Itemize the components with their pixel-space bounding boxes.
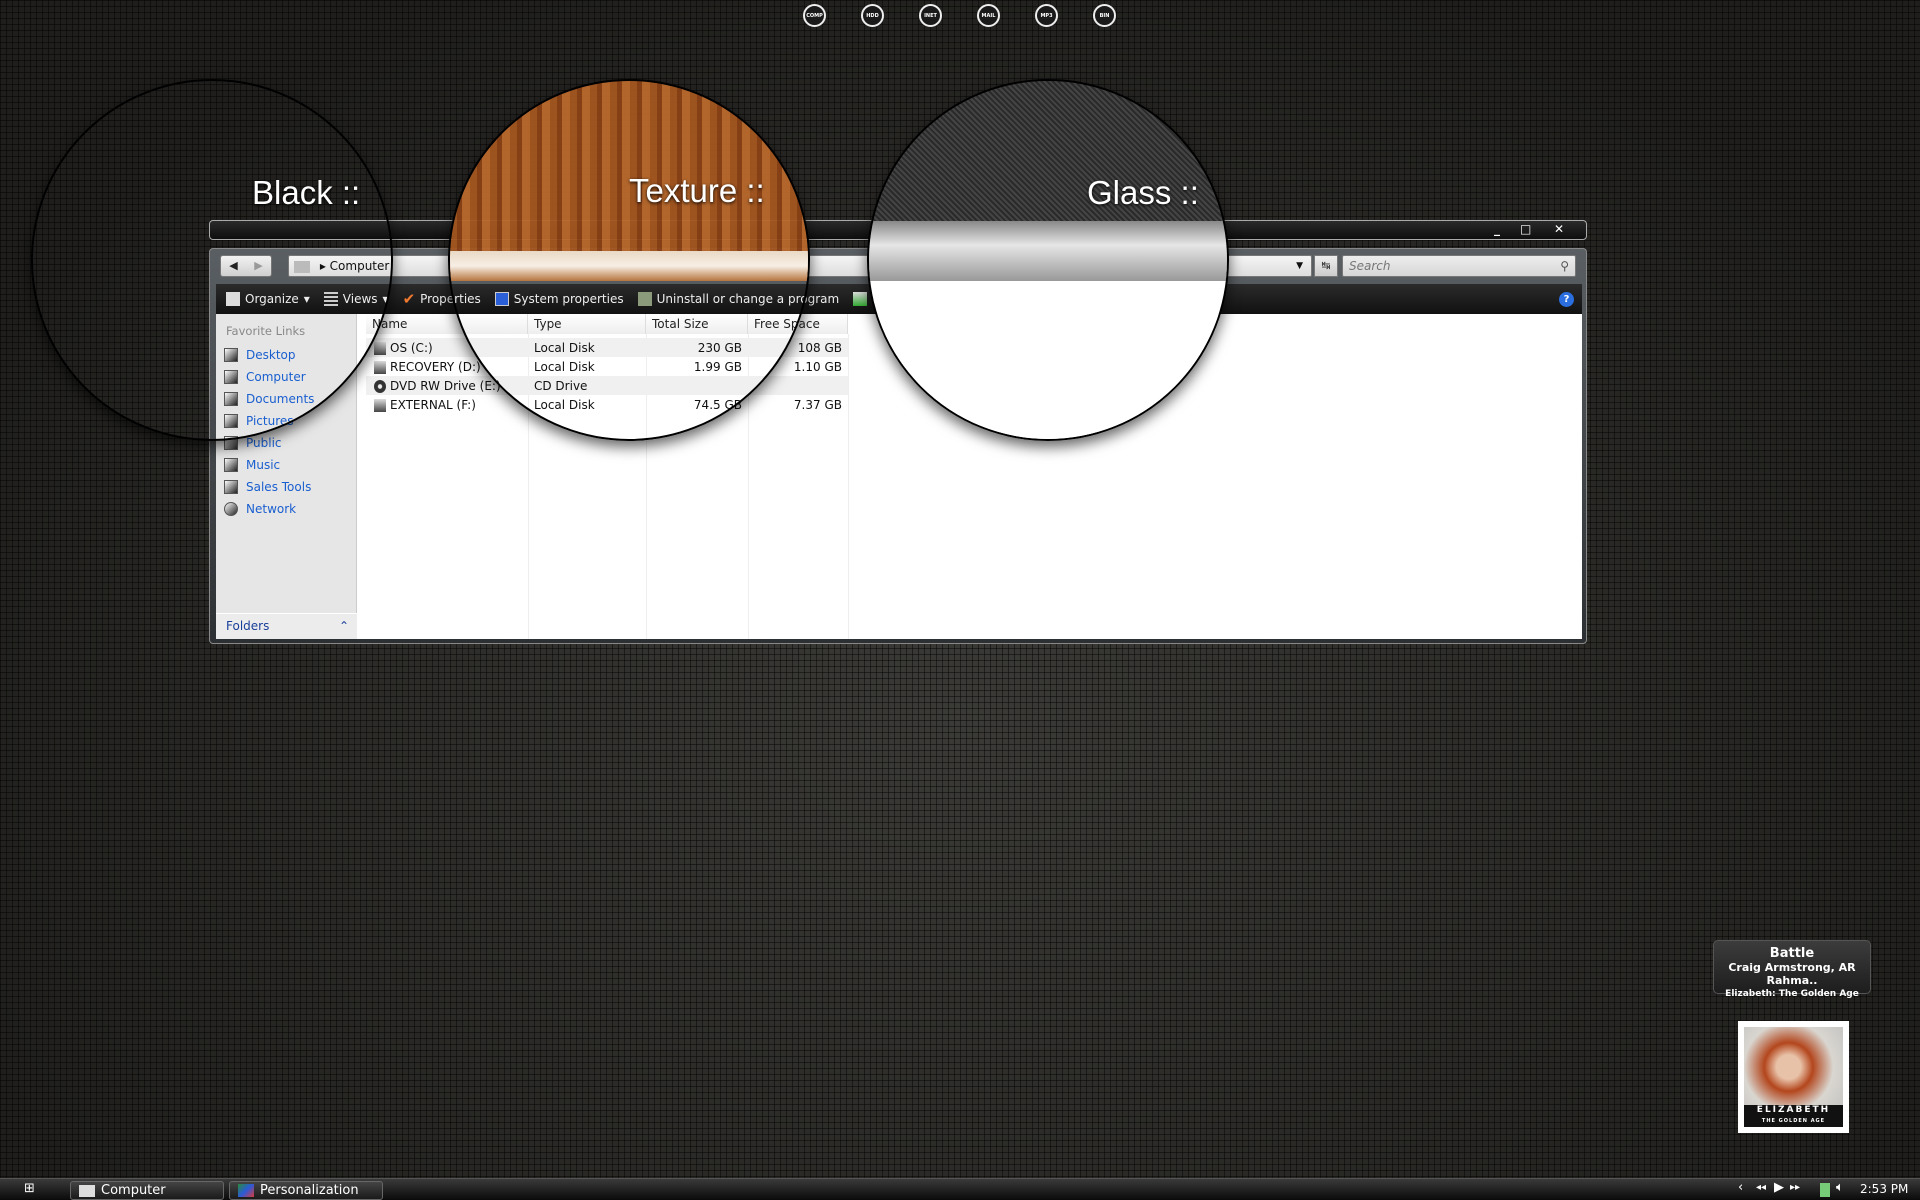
- power-icon[interactable]: [1820, 1183, 1830, 1197]
- content-area: Favorite Links Desktop Computer Document…: [216, 314, 1582, 639]
- sidebar-item-public[interactable]: Public: [216, 432, 356, 454]
- checkmark-icon: ✔: [402, 290, 416, 308]
- navigation-pane: Favorite Links Desktop Computer Document…: [216, 314, 357, 639]
- search-icon: ⚲: [1560, 259, 1569, 273]
- drive-row[interactable]: OS (C:) Local Disk 230 GB 108 GB: [366, 338, 848, 357]
- views-icon: [323, 292, 338, 306]
- command-bar: Organize ▾ Views ▾ ✔ Properties System prop…: [216, 284, 1582, 314]
- hdd-icon: [374, 398, 386, 412]
- clock[interactable]: 2:53 PM: [1860, 1182, 1908, 1196]
- chevron-up-icon: ⌃: [338, 619, 349, 633]
- system-properties-button[interactable]: System properties: [494, 292, 624, 306]
- sidebar-item-network[interactable]: Network: [216, 498, 356, 520]
- volume-icon[interactable]: 🔈︎: [1836, 1180, 1844, 1195]
- desktop-icon-hdd[interactable]: HDD: [861, 4, 884, 27]
- network-drive-icon: [853, 292, 868, 306]
- sidebar-item-documents[interactable]: Documents: [216, 388, 356, 410]
- maximize-button[interactable]: □: [1520, 222, 1531, 236]
- nav-buttons: ◀ ▶: [220, 255, 272, 277]
- network-icon: [224, 502, 238, 516]
- computer-icon: [224, 370, 238, 384]
- sidebar-item-sales-tools[interactable]: Sales Tools: [216, 476, 356, 498]
- start-button[interactable]: ⊞: [24, 1181, 35, 1196]
- desktop-icon-bin[interactable]: BIN: [1093, 4, 1116, 27]
- forward-button[interactable]: ▶: [246, 256, 271, 276]
- personalization-icon: [238, 1184, 254, 1197]
- hdd-icon: [374, 341, 386, 355]
- minimize-button[interactable]: _: [1494, 222, 1500, 236]
- map-network-drive-button[interactable]: Map network drive: [853, 292, 984, 306]
- track-artist: Craig Armstrong, AR Rahma..: [1728, 961, 1856, 987]
- next-track-button[interactable]: ▸▸: [1790, 1182, 1800, 1193]
- organize-button[interactable]: Organize ▾: [226, 292, 310, 306]
- play-button[interactable]: ▶: [1774, 1180, 1784, 1195]
- column-divider: [848, 334, 849, 639]
- address-bar[interactable]: ▸ Computer ▼: [288, 255, 1312, 277]
- sidebar-item-desktop[interactable]: Desktop: [216, 344, 356, 366]
- title-bar[interactable]: _ □ ✕: [209, 220, 1587, 240]
- drive-row[interactable]: RECOVERY (D:) Local Disk 1.99 GB 1.10 GB: [366, 357, 848, 376]
- music-icon: [224, 458, 238, 472]
- breadcrumb-computer[interactable]: Computer: [330, 259, 390, 273]
- track-title: Battle: [1769, 946, 1815, 961]
- column-free-space[interactable]: Free Space: [748, 314, 848, 334]
- show-hidden-icons-button[interactable]: ‹: [1738, 1180, 1743, 1195]
- column-name[interactable]: Name: [366, 314, 528, 334]
- desktop-icon: [224, 348, 238, 362]
- album-cover[interactable]: ELIZABETH THE GOLDEN AGE: [1738, 1021, 1849, 1133]
- desktop-icon-mail[interactable]: MAIL: [977, 4, 1000, 27]
- address-dropdown-icon[interactable]: ▼: [1296, 256, 1303, 276]
- programs-icon: [637, 292, 652, 306]
- column-total-size[interactable]: Total Size: [646, 314, 748, 334]
- properties-button[interactable]: ✔ Properties: [403, 290, 481, 308]
- previous-track-button[interactable]: ◂◂: [1756, 1182, 1766, 1193]
- folder-icon: [224, 480, 238, 494]
- dvd-icon: [374, 379, 386, 393]
- desktop-icon-comp[interactable]: COMP: [803, 4, 826, 27]
- column-type[interactable]: Type: [528, 314, 646, 334]
- breadcrumb-separator: ▸: [319, 259, 330, 273]
- system-properties-icon: [494, 292, 509, 306]
- control-panel-icon: [998, 292, 1013, 306]
- help-icon[interactable]: ?: [1559, 291, 1574, 307]
- pictures-icon: [224, 414, 238, 428]
- sidebar-item-music[interactable]: Music: [216, 454, 356, 476]
- uninstall-program-button[interactable]: Uninstall or change a program: [637, 292, 839, 306]
- refresh-button[interactable]: ↹: [1314, 255, 1338, 277]
- lens-label-black: Black ::: [252, 174, 361, 211]
- lens-label-glass: Glass ::: [1087, 174, 1199, 211]
- desktop-icon-inet[interactable]: INET: [919, 4, 942, 27]
- explorer-window: _ □ ✕ ◀ ▶ ▸ Computer ▼ ↹ Search ⚲ Organiz…: [209, 220, 1587, 644]
- search-input[interactable]: Search ⚲: [1342, 255, 1576, 277]
- taskbar: ⊞ Computer Personalization ‹ ◂◂ ▶ ▸▸ 🔈︎ …: [0, 1178, 1920, 1200]
- drive-row[interactable]: EXTERNAL (F:) Local Disk 74.5 GB 7.37 GB: [366, 395, 848, 414]
- desktop-icon-mp3[interactable]: MP3: [1035, 4, 1058, 27]
- documents-icon: [224, 392, 238, 406]
- open-control-panel-button[interactable]: Open Control Panel: [998, 292, 1133, 306]
- column-headers: Name Type Total Size Free Space: [366, 314, 848, 334]
- organize-icon: [226, 292, 240, 306]
- sidebar-item-pictures[interactable]: Pictures: [216, 410, 356, 432]
- taskbar-item-personalization[interactable]: Personalization: [229, 1181, 383, 1200]
- hdd-icon: [374, 360, 386, 374]
- computer-icon: [79, 1184, 95, 1197]
- back-button[interactable]: ◀: [221, 256, 246, 276]
- close-button[interactable]: ✕: [1554, 222, 1564, 236]
- track-album: Elizabeth: The Golden Age: [1725, 989, 1859, 999]
- folders-toggle[interactable]: Folders ⌃: [216, 613, 357, 639]
- public-icon: [224, 436, 238, 450]
- computer-icon: [294, 260, 310, 273]
- views-button[interactable]: Views ▾: [323, 292, 389, 306]
- lens-label-texture: Texture ::: [629, 172, 765, 209]
- now-playing-tooltip: Battle Craig Armstrong, AR Rahma.. Eliza…: [1713, 940, 1871, 999]
- taskbar-item-computer[interactable]: Computer: [70, 1181, 224, 1200]
- favorite-links-header: Favorite Links: [226, 324, 306, 338]
- sidebar-item-computer[interactable]: Computer: [216, 366, 356, 388]
- window-frame: ◀ ▶ ▸ Computer ▼ ↹ Search ⚲ Organize ▾ Vie…: [209, 248, 1587, 644]
- drive-row[interactable]: DVD RW Drive (E:) CD Drive: [366, 376, 848, 395]
